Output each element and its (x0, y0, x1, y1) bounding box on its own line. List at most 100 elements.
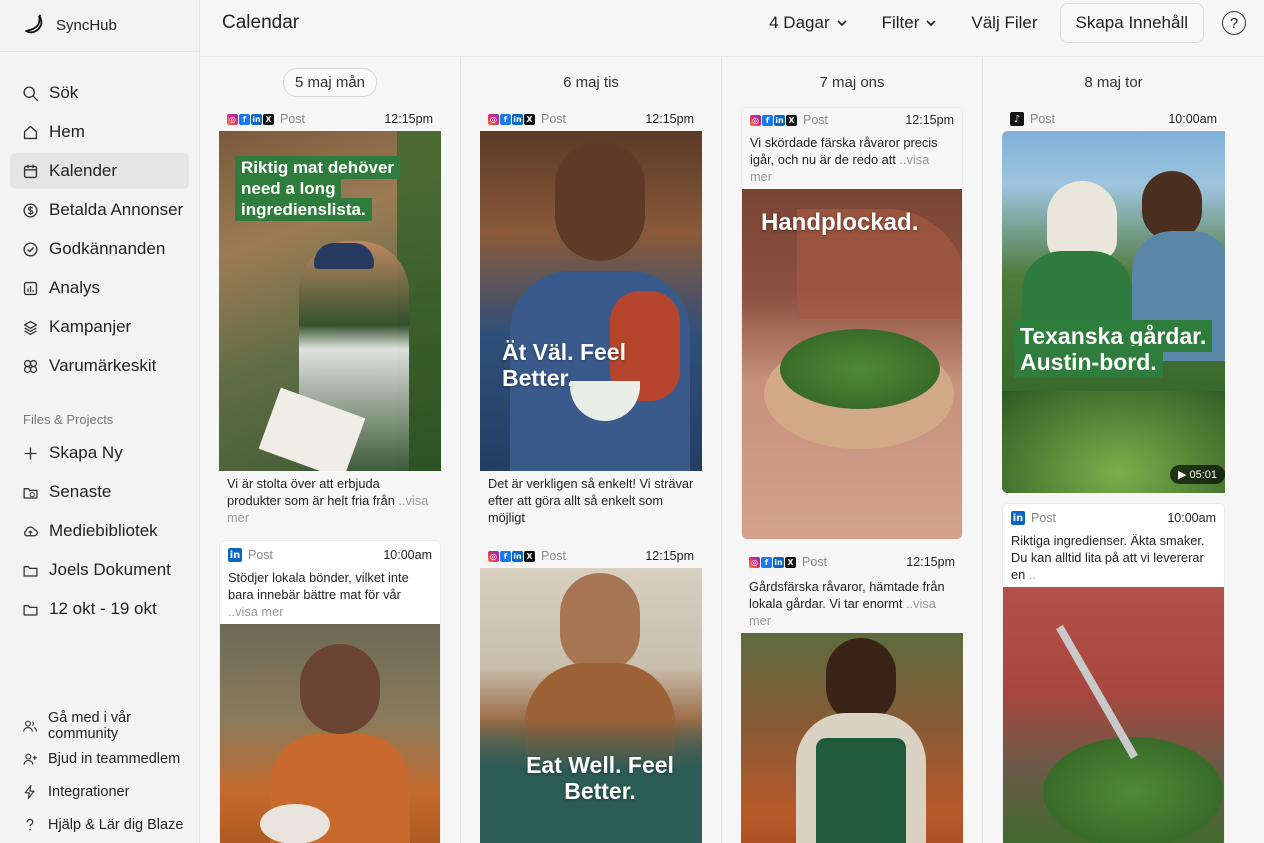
post-type: Post (280, 112, 306, 126)
help-icon[interactable]: ? (1222, 11, 1246, 35)
header-actions: 4 Dagar Filter Välj Filer Skapa Innehåll… (757, 3, 1246, 43)
post-card[interactable]: ◎ f in X Post 12:15pm Gårdsfärska råvaro… (741, 550, 963, 843)
day-column: 7 maj ons ◎ f in X Post 12:15pm Vi skörd… (722, 57, 983, 843)
post-meta: ◎ f in X Post 12:15pm (741, 550, 963, 574)
post-card[interactable]: in Post 10:00am Stödjer lokala bönder, v… (219, 540, 441, 843)
platform-icons: ◎ f in X (227, 113, 274, 125)
filter-dropdown[interactable]: Filter (870, 3, 950, 43)
brand[interactable]: SyncHub (0, 0, 199, 52)
nav-label: Skapa Ny (49, 443, 123, 462)
platform-icons: in (1011, 511, 1025, 525)
chevron-down-icon (837, 20, 847, 27)
platform-icons: in (228, 548, 242, 562)
post-time: 12:15pm (384, 112, 433, 126)
calendar-icon (23, 164, 38, 178)
linkedin-icon: in (251, 113, 262, 125)
instagram-icon: ◎ (488, 113, 499, 125)
x-icon: X (524, 550, 535, 562)
facebook-icon: f (239, 113, 250, 125)
video-duration-badge[interactable]: ▶ 05:01 (1169, 465, 1225, 484)
post-image: Texanska gårdar. Austin-bord. ▶ 05:01 (1002, 131, 1225, 493)
view-range-label: 4 Dagar (769, 13, 830, 32)
help-glyph: ? (1229, 14, 1239, 32)
day-label: 6 maj tis (563, 73, 619, 91)
bottom-nav: Gå med i vår community Bjud in teammedle… (0, 709, 199, 843)
main-nav: Sök Hem Kalender Betalda Annonser Godkän… (0, 52, 199, 384)
nav-item-joels-documents[interactable]: Joels Dokument (10, 552, 189, 588)
platform-icons: ♪ (1010, 112, 1024, 126)
instagram-icon: ◎ (227, 113, 238, 125)
post-time: 12:15pm (906, 555, 955, 569)
select-files-button[interactable]: Välj Filer (959, 3, 1049, 43)
nav-item-brandkit[interactable]: Varumärkeskit (10, 348, 189, 384)
day-header[interactable]: 8 maj tor (983, 57, 1244, 107)
nav-item-analytics[interactable]: Analys (10, 270, 189, 306)
nav-item-search[interactable]: Sök (10, 75, 189, 111)
nav-item-campaigns[interactable]: Kampanjer (10, 309, 189, 345)
post-card[interactable]: in Post 10:00am Riktiga ingredienser. Äk… (1002, 503, 1225, 843)
nav-label: Kalender (49, 161, 118, 180)
post-card[interactable]: ◎ f in X Post 12:15pm Riktig mat dehöver… (219, 107, 441, 530)
question-icon (26, 818, 34, 831)
overlay-label: Riktig mat dehöver need a long ingredien… (235, 156, 401, 221)
search-icon (23, 85, 38, 101)
invite-member-link[interactable]: Bjud in teammedlem (0, 742, 199, 775)
nav-item-media-library[interactable]: Mediebibliotek (10, 513, 189, 549)
palette-icon (23, 359, 38, 373)
x-icon: X (786, 114, 797, 126)
post-type: Post (803, 113, 829, 127)
day-label: 8 maj tor (1084, 73, 1143, 91)
image-overlay-text: Handplockad. (761, 209, 919, 236)
nav-item-create-new[interactable]: Skapa Ny (10, 435, 189, 471)
day-column: 6 maj tis ◎ f in X Post 12:15pm Ät Väl. … (461, 57, 722, 843)
nav-label: Sök (49, 83, 79, 102)
instagram-icon: ◎ (749, 556, 760, 568)
nav-item-recent[interactable]: Senaste (10, 474, 189, 510)
linkedin-icon: in (774, 114, 785, 126)
banana-logo-icon (25, 14, 43, 33)
post-card[interactable]: ♪ Post 10:00am Texanska gårdar. Austin-b… (1002, 107, 1225, 493)
show-more-link[interactable]: ..visa mer (228, 604, 283, 619)
nav-item-approvals[interactable]: Godkännanden (10, 231, 189, 267)
post-card[interactable]: ◎ f in X Post 12:15pm Vi skördade färska… (741, 107, 963, 540)
day-column: 5 maj mån ◎ f in X Post 12:15pm Riktig m… (200, 57, 461, 843)
post-meta: in Post 10:00am (220, 543, 440, 567)
nav-item-paid-ads[interactable]: Betalda Annonser (10, 192, 189, 228)
day-label: 7 maj ons (819, 73, 885, 91)
bottom-label: Integrationer (48, 783, 130, 800)
post-time: 10:00am (383, 548, 432, 562)
show-more-link[interactable]: .. (1029, 567, 1036, 582)
chevron-down-icon (926, 20, 936, 27)
day-header[interactable]: 5 maj mån (200, 57, 460, 107)
post-card[interactable]: ◎ f in X Post 12:15pm Ät Väl. Feel Bette… (480, 107, 702, 530)
recent-folder-icon (23, 487, 38, 499)
post-image (220, 624, 440, 843)
nav-label: Analys (49, 278, 101, 297)
linkedin-icon: in (773, 556, 784, 568)
community-link[interactable]: Gå med i vår community (0, 709, 199, 742)
post-type: Post (248, 548, 274, 562)
help-link[interactable]: Hjälp & Lär dig Blaze (0, 808, 199, 841)
day-header[interactable]: 6 maj tis (461, 57, 721, 107)
day-header[interactable]: 7 maj ons (722, 57, 982, 107)
post-meta: ◎ f in X Post 12:15pm (480, 544, 702, 568)
platform-icons: ◎ f in X (749, 556, 796, 568)
nav-item-home[interactable]: Hem (10, 114, 189, 150)
post-card[interactable]: ◎ f in X Post 12:15pm Eat Well. Feel Bet… (480, 544, 702, 843)
nav-label: Godkännanden (49, 239, 166, 258)
linkedin-icon: in (512, 113, 523, 125)
bottom-label: Gå med i vår community (48, 709, 131, 742)
nav-item-calendar[interactable]: Kalender (10, 153, 189, 189)
create-content-button[interactable]: Skapa Innehåll (1059, 3, 1204, 43)
post-meta: ◎ f in X Post 12:15pm (480, 107, 702, 131)
bottom-label: Hjälp & Lär dig Blaze (48, 816, 184, 833)
caption-text: Vi är stolta över att erbjuda produkter … (227, 476, 395, 508)
post-image: Riktig mat dehöver need a long ingredien… (219, 131, 441, 471)
integrations-link[interactable]: Integrationer (0, 775, 199, 808)
nav-item-date-folder[interactable]: 12 okt - 19 okt (10, 591, 189, 627)
facebook-icon: f (500, 550, 511, 562)
view-range-dropdown[interactable]: 4 Dagar (757, 3, 859, 43)
page-title: Calendar (222, 12, 300, 33)
post-image (1003, 587, 1224, 843)
nav-label: 12 okt - 19 okt (49, 599, 157, 618)
